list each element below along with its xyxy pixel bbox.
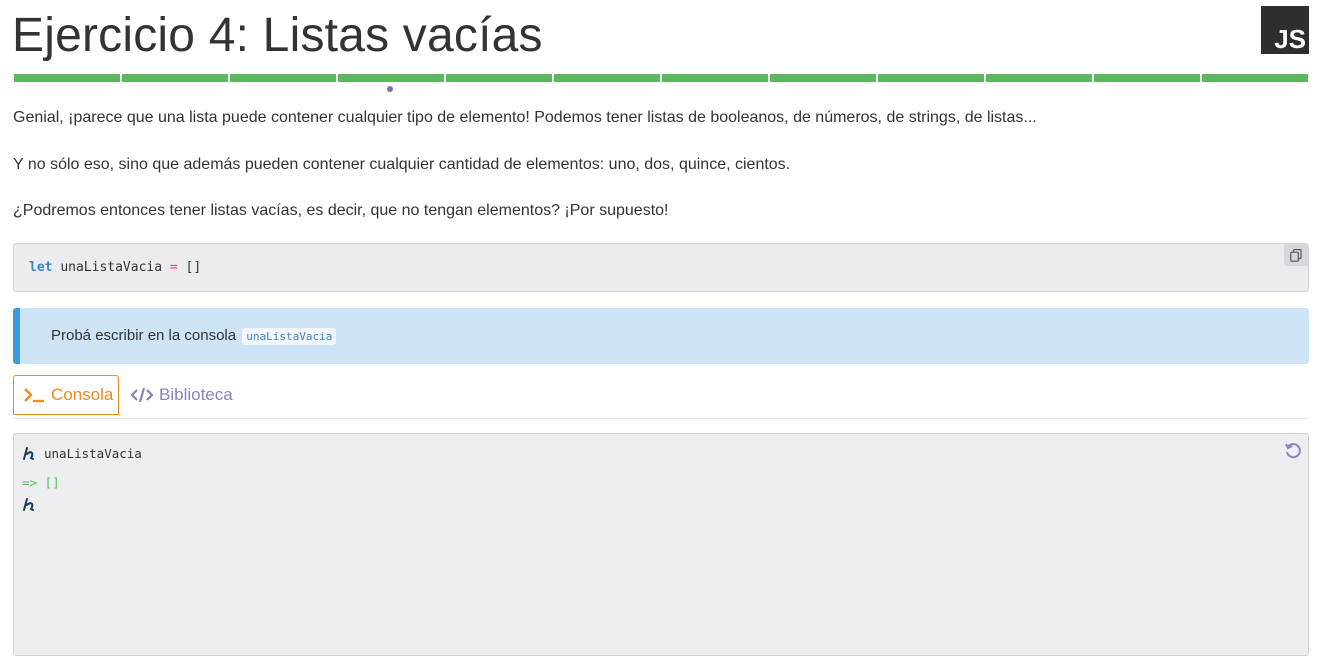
- console-panel[interactable]: unaListaVacia => []: [13, 433, 1309, 656]
- tab-label: Biblioteca: [159, 385, 233, 404]
- copy-button[interactable]: [1284, 244, 1308, 266]
- progress-segment-current[interactable]: [338, 74, 444, 82]
- reset-console-button[interactable]: [1284, 442, 1302, 465]
- tab-consola[interactable]: Consola: [13, 375, 119, 415]
- description-paragraph: Genial, ¡parece que una lista puede cont…: [13, 109, 1037, 126]
- console-prompt-line[interactable]: [22, 498, 36, 512]
- hint-box: Probá escribir en la consola unaListaVac…: [13, 308, 1309, 364]
- console-prompt-icon: [23, 498, 34, 511]
- console-input-line: unaListaVacia: [22, 446, 142, 461]
- hint-accent-bar: [13, 308, 20, 364]
- progress-segment[interactable]: [122, 74, 228, 82]
- code-brackets-icon: [131, 387, 153, 403]
- terminal-prompt-icon: [24, 388, 44, 403]
- progress-segment[interactable]: [770, 74, 876, 82]
- progress-segment[interactable]: [446, 74, 552, 82]
- hint-label: Probá escribir en la consola: [51, 327, 237, 344]
- console-output-line: => []: [22, 475, 60, 490]
- progress-segment[interactable]: [662, 74, 768, 82]
- description-paragraph: ¿Podremos entonces tener listas vacías, …: [13, 202, 669, 219]
- code-keyword: let: [29, 260, 53, 275]
- logo-text: JS: [1274, 24, 1306, 54]
- code-identifier: unaListaVacia: [60, 260, 163, 275]
- progress-segment[interactable]: [14, 74, 120, 82]
- tab-bar: Consola Biblioteca: [13, 375, 1309, 419]
- console-input-text: unaListaVacia: [44, 446, 142, 461]
- description-paragraph: Y no sólo eso, sino que además pueden co…: [13, 156, 791, 173]
- copy-icon: [1290, 248, 1302, 262]
- hint-code: unaListaVacia: [242, 328, 337, 345]
- reset-icon: [1285, 443, 1301, 459]
- code-example: let unaListaVacia = []: [13, 243, 1309, 292]
- code-operator: =: [169, 260, 178, 275]
- hint-text: Probá escribir en la consola unaListaVac…: [51, 327, 337, 345]
- current-exercise-indicator: [387, 86, 393, 92]
- console-prompt-icon: [23, 446, 34, 460]
- js-logo: JS: [1261, 6, 1309, 54]
- tab-label: Consola: [51, 385, 114, 404]
- progress-segment[interactable]: [230, 74, 336, 82]
- code-value: []: [185, 260, 202, 275]
- progress-segment[interactable]: [986, 74, 1092, 82]
- progress-segment[interactable]: [554, 74, 660, 82]
- progress-segment[interactable]: [1094, 74, 1200, 82]
- page-title: Ejercicio 4: Listas vacías: [12, 9, 543, 62]
- progress-segment[interactable]: [1202, 74, 1308, 82]
- progress-segment[interactable]: [878, 74, 984, 82]
- progress-bar: [14, 74, 1308, 82]
- code-line: let unaListaVacia = []: [29, 260, 201, 275]
- tab-biblioteca[interactable]: Biblioteca: [131, 375, 233, 415]
